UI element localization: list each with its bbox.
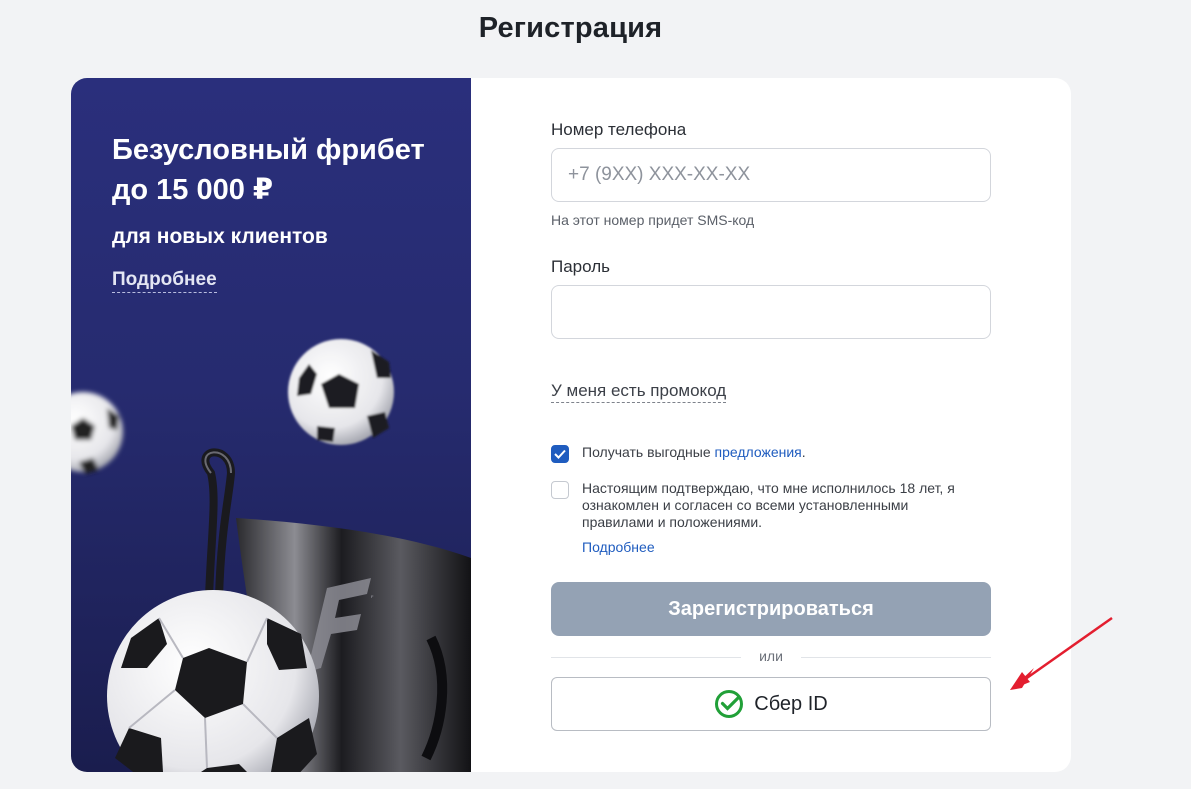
divider-line-right bbox=[801, 657, 991, 658]
promo-headline: Безусловный фрибет до 15 000 ₽ bbox=[112, 134, 425, 206]
offers-text-suffix: . bbox=[801, 444, 806, 460]
age-consent-text: Настоящим подтверждаю, что мне исполнило… bbox=[582, 480, 955, 530]
sber-id-button[interactable]: Сбер ID bbox=[551, 677, 991, 731]
offers-checkbox[interactable] bbox=[551, 445, 569, 463]
register-button[interactable]: Зарегистрироваться bbox=[551, 582, 991, 636]
offers-consent: Получать выгодные предложения. bbox=[551, 444, 991, 463]
promocode-link[interactable]: У меня есть промокод bbox=[551, 381, 727, 403]
password-input[interactable] bbox=[551, 285, 991, 339]
age-consent: Настоящим подтверждаю, что мне исполнило… bbox=[551, 480, 991, 531]
offers-text: Получать выгодные предложения. bbox=[582, 444, 806, 463]
or-label: или bbox=[759, 648, 783, 664]
sber-logo-icon bbox=[715, 690, 744, 718]
offers-link[interactable]: предложения bbox=[715, 444, 802, 460]
phone-hint: На этот номер придет SMS-код bbox=[551, 212, 755, 228]
promo-subline: для новых клиентов bbox=[112, 225, 328, 248]
promo-more-link[interactable]: Подробнее bbox=[112, 269, 217, 293]
annotation-arrow-icon bbox=[1010, 616, 1113, 690]
promo-banner: F Безусловный фрибет до 15 000 ₽ для нов… bbox=[71, 78, 471, 772]
registration-card: F Безусловный фрибет до 15 000 ₽ для нов… bbox=[71, 78, 1071, 772]
soccer-ball-icon bbox=[71, 392, 123, 474]
phone-label: Номер телефона bbox=[551, 120, 687, 139]
sber-id-label: Сбер ID bbox=[754, 692, 828, 715]
or-divider: или bbox=[551, 648, 991, 666]
check-icon bbox=[554, 449, 566, 459]
soccer-ball-icon bbox=[288, 339, 394, 445]
password-label: Пароль bbox=[551, 257, 610, 276]
phone-input[interactable] bbox=[551, 148, 991, 202]
offers-text-prefix: Получать выгодные bbox=[582, 444, 715, 460]
page-title: Регистрация bbox=[478, 12, 663, 44]
age-more-link[interactable]: Подробнее bbox=[582, 539, 655, 555]
age-checkbox[interactable] bbox=[551, 481, 569, 499]
